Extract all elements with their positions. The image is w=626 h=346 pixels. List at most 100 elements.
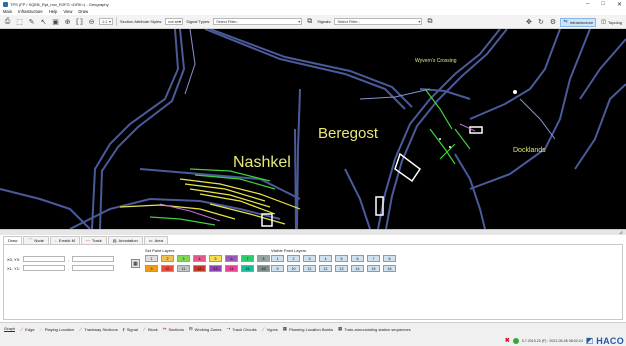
visible-paint-layer-button[interactable]: 2	[287, 255, 300, 262]
zoom-in-icon[interactable]: ⊕	[63, 17, 72, 26]
set-paint-layer-button[interactable]: 6	[225, 255, 238, 262]
set-paint-layer-button[interactable]: 13	[209, 265, 222, 272]
set-paint-layer-button[interactable]: 4	[193, 255, 206, 262]
fit-icon[interactable]: ⟦⟧	[75, 17, 84, 26]
y1-input[interactable]	[72, 265, 114, 271]
set-paint-layer-button[interactable]: 5	[209, 255, 222, 262]
set-paint-layer-button[interactable]: 7	[241, 255, 254, 262]
btab-planning-location-banks[interactable]: ▦ Planning Location Banks	[283, 326, 333, 332]
close-button[interactable]: ✕	[617, 1, 622, 8]
btab-graph-label: Graph	[4, 326, 16, 331]
geography-map[interactable]: Wyvern's Crossing Beregost Nashkel Dockl…	[0, 29, 626, 229]
visible-paint-layer-button[interactable]: 10	[287, 265, 300, 272]
select-icon[interactable]: ⬚	[15, 17, 24, 26]
zoom-select[interactable]: 1:1	[99, 18, 113, 25]
calculator-icon[interactable]: ▦	[131, 259, 140, 268]
set-paint-layer-button[interactable]: 8	[257, 255, 270, 262]
refresh-icon[interactable]: ↻	[536, 18, 545, 27]
visible-paint-layer-button[interactable]: 12	[319, 265, 332, 272]
zoom-out-icon[interactable]: ⊖	[87, 17, 96, 26]
btab-sections[interactable]: ↦ Sections	[163, 326, 184, 332]
visible-paint-layer-button[interactable]: 13	[335, 265, 348, 272]
brand-logo-icon: ◩	[585, 336, 594, 345]
menu-infrastructure[interactable]: Infrastructure	[18, 9, 43, 14]
tab-annotation[interactable]: ▤ Annotation	[107, 236, 143, 244]
visible-paint-layer-button[interactable]: 11	[303, 265, 316, 272]
toolbar-right: ✥ ↻ ⚙ ⇋ Infrastructure ◫ Topolog	[524, 15, 626, 29]
error-icon[interactable]: ✖	[505, 337, 510, 344]
set-paint-layer-button[interactable]: 3	[177, 255, 190, 262]
set-paint-layer-button[interactable]: 15	[241, 265, 254, 272]
btab-block[interactable]: ⟋ Block	[143, 327, 158, 332]
signal-types-select[interactable]: Select Filter...	[213, 18, 303, 25]
comma-separator: ,	[67, 265, 70, 271]
tab-area[interactable]: ▭ Area	[143, 236, 168, 244]
menu-help[interactable]: Help	[49, 9, 58, 14]
btab-playing-location[interactable]: ⟋ Playing Location	[40, 327, 75, 332]
visible-paint-layer-button[interactable]: 6	[351, 255, 364, 262]
set-paint-layer-button[interactable]: 14	[225, 265, 238, 272]
set-paint-layer-button[interactable]: 12	[193, 265, 206, 272]
section-attr-select[interactable]: not set	[165, 18, 184, 25]
block-icon: ⟋	[142, 326, 146, 332]
print-icon[interactable]: ⎙	[3, 17, 12, 26]
btab-graph[interactable]: Graph	[4, 326, 16, 332]
app-icon	[3, 1, 8, 7]
set-paint-layer-button[interactable]: 16	[257, 265, 270, 272]
menu-main[interactable]: Main	[3, 9, 12, 14]
tab-track[interactable]: ⁓ Track	[80, 236, 107, 244]
btab-trackway-sections[interactable]: ⟋ Trackway Sections	[79, 327, 118, 332]
infrastructure-label: Infrastructure	[569, 19, 594, 25]
draw-panel: Draw ⌒ Node ↓ Erratic M ⁓ Track ▤ Annota…	[0, 235, 626, 322]
filter-edit-icon[interactable]: ⧉	[425, 17, 434, 26]
x0-input[interactable]	[23, 256, 65, 262]
x1-input[interactable]	[23, 265, 65, 271]
status-version-text: 5.7.2015.20 (F) : 2021-05-06 08:02:24	[521, 338, 583, 343]
section-attr-label: Section Attribute Styles:	[120, 19, 163, 24]
visible-paint-layer-button[interactable]: 9	[271, 265, 284, 272]
set-paint-layer-button[interactable]: 9	[145, 265, 158, 272]
tab-node[interactable]: ⌒ Node	[23, 236, 49, 244]
tab-draw[interactable]: Draw	[3, 236, 23, 244]
set-paint-layer-button[interactable]: 10	[161, 265, 174, 272]
btab-train-sequences[interactable]: ▦ Train-annunciating station sequences	[338, 326, 411, 332]
y0-input[interactable]	[72, 256, 114, 262]
topology-icon: ◫	[601, 19, 606, 25]
topology-view-button[interactable]: ◫ Topolog	[599, 18, 624, 27]
btab-edge[interactable]: ⟋ Edge	[20, 327, 35, 332]
tab-erratic-label: Erratic M	[58, 238, 75, 243]
draw-icon[interactable]: ✎	[27, 17, 36, 26]
signal-types-label: Signal Types:	[186, 19, 211, 24]
minimize-button[interactable]: –	[586, 1, 589, 7]
bottom-tabs: Graph ⟋ Edge ⟋ Playing Location ⟋ Trackw…	[0, 322, 626, 335]
menu-draw[interactable]: Draw	[78, 9, 88, 14]
visible-paint-layer-button[interactable]: 8	[383, 255, 396, 262]
tab-erratic[interactable]: ↓ Erratic M	[49, 236, 80, 244]
set-paint-layer-button[interactable]: 11	[177, 265, 190, 272]
visible-paint-layer-button[interactable]: 3	[303, 255, 316, 262]
settings-icon[interactable]: ⚙	[548, 18, 557, 27]
btab-track-circuits[interactable]: ⇢ Track Circuits	[226, 326, 256, 332]
move-icon[interactable]: ✥	[524, 18, 533, 27]
btab-signal[interactable]: ⫯ Signal	[123, 327, 138, 332]
btab-edge-label: Edge	[25, 326, 35, 332]
signal-icon: ⫯	[122, 326, 125, 332]
visible-paint-layer-button[interactable]: 5	[335, 255, 348, 262]
set-paint-layer-button[interactable]: 1	[145, 255, 158, 262]
pointer-icon[interactable]: ↖	[39, 17, 48, 26]
infrastructure-view-button[interactable]: ⇋ Infrastructure	[560, 17, 597, 27]
visible-paint-layer-button[interactable]: 4	[319, 255, 332, 262]
filter-icon[interactable]: ⧉	[305, 17, 314, 26]
set-paint-layer-button[interactable]: 2	[161, 255, 174, 262]
menu-view[interactable]: View	[63, 9, 72, 14]
visible-paint-layer-button[interactable]: 15	[367, 265, 380, 272]
visible-paint-layer-button[interactable]: 16	[383, 265, 396, 272]
frame-icon[interactable]: ▣	[51, 17, 60, 26]
visible-paint-layer-button[interactable]: 14	[351, 265, 364, 272]
btab-vypes[interactable]: ⟋ Vypes	[262, 327, 278, 332]
signals-select[interactable]: Select Filter...	[334, 18, 423, 25]
maximize-button[interactable]: □	[601, 1, 605, 7]
btab-working-zones[interactable]: ⊟ Working Zones	[189, 326, 222, 332]
visible-paint-layer-button[interactable]: 7	[367, 255, 380, 262]
visible-paint-layer-button[interactable]: 1	[271, 255, 284, 262]
